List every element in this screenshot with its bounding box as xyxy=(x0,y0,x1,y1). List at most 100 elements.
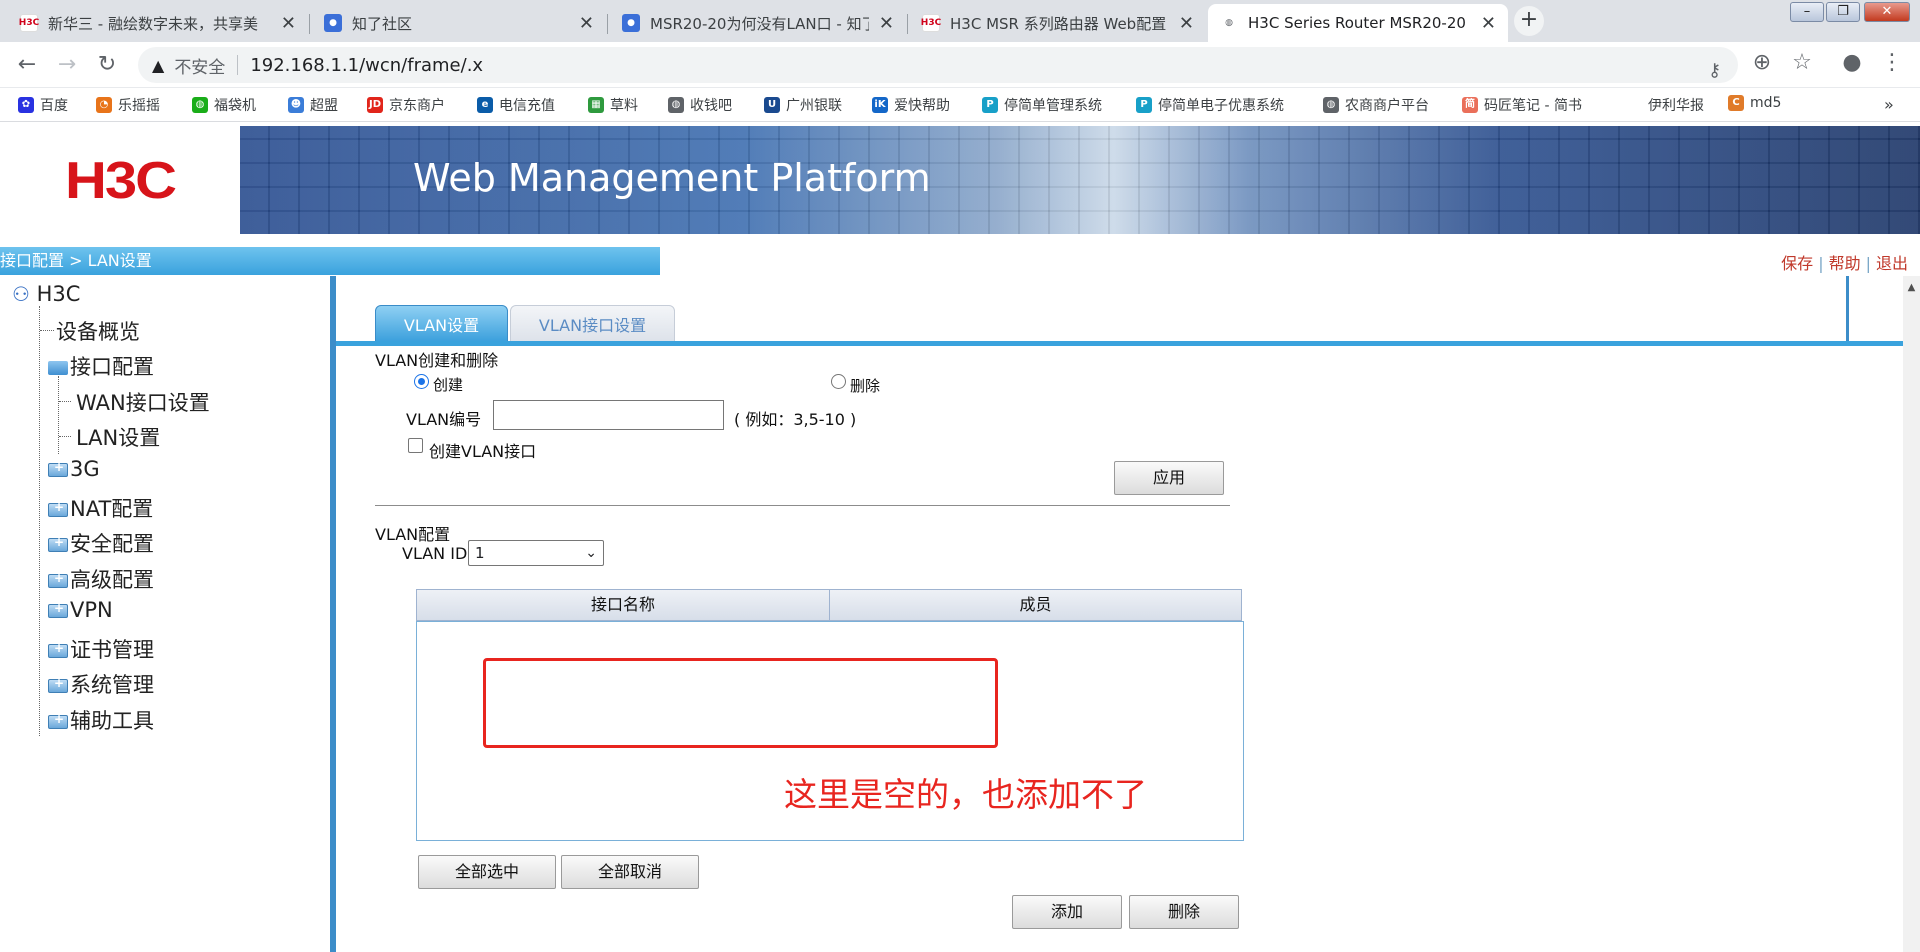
bookmark-item[interactable]: ◍ 农商商户平台 xyxy=(1323,95,1429,115)
profile-avatar-icon[interactable]: ● xyxy=(1837,50,1867,75)
delete-button[interactable]: 删除 xyxy=(1129,895,1239,929)
tab-vlan-settings[interactable]: VLAN设置 xyxy=(375,305,508,343)
close-tab-icon[interactable]: ✕ xyxy=(579,13,594,34)
new-tab-button[interactable]: + xyxy=(1514,6,1544,36)
browser-tab[interactable]: H3C 新华三 - 融绘数字未来，共享美 ✕ xyxy=(8,4,308,42)
tree-item-system-mgmt[interactable]: 系统管理 xyxy=(48,669,154,699)
close-tab-icon[interactable]: ✕ xyxy=(1179,13,1194,34)
bookmark-item[interactable]: ◍ 福袋机 xyxy=(192,95,256,115)
forward-arrow-icon[interactable]: → xyxy=(52,50,82,80)
select-all-button[interactable]: 全部选中 xyxy=(418,855,556,889)
close-tab-icon[interactable]: ✕ xyxy=(879,13,894,34)
tab-title: H3C Series Router MSR20-20 xyxy=(1248,14,1466,32)
bookmark-label: 停简单电子优惠系统 xyxy=(1158,98,1284,114)
tab-title: 知了社区 xyxy=(352,14,413,33)
help-link[interactable]: 帮助 xyxy=(1829,254,1861,273)
delete-radio[interactable] xyxy=(831,374,846,389)
security-label[interactable]: 不安全 xyxy=(174,53,225,78)
bookmark-label: 草料 xyxy=(610,98,638,114)
tree-item-lan-settings[interactable]: LAN设置 xyxy=(76,422,160,452)
vlan-id-label: VLAN编号 xyxy=(406,410,482,429)
bookmark-item[interactable]: C md5 xyxy=(1728,95,1781,111)
reload-icon[interactable]: ↻ xyxy=(92,50,122,80)
browser-tab[interactable]: ● 知了社区 ✕ xyxy=(312,4,606,42)
browser-tab-active[interactable]: ◍ H3C Series Router MSR20-20 ✕ xyxy=(1208,4,1508,42)
apply-button[interactable]: 应用 xyxy=(1114,461,1224,495)
maximize-window-button[interactable]: ❐ xyxy=(1826,2,1860,22)
tree-item-label: 高级配置 xyxy=(70,568,154,592)
tree-item-advanced-config[interactable]: 高级配置 xyxy=(48,564,154,594)
bookmark-item[interactable]: iK 爱快帮助 xyxy=(872,95,950,115)
bookmark-item[interactable]: ▦ 草料 xyxy=(588,95,638,115)
add-button[interactable]: 添加 xyxy=(1012,895,1122,929)
h3c-logo: H3C xyxy=(64,150,177,210)
logo-container: H3C xyxy=(0,126,240,234)
tree-item-3g[interactable]: 3G xyxy=(48,457,100,481)
zoom-icon[interactable]: ⊕ xyxy=(1747,50,1777,75)
parking-icon: P xyxy=(1136,97,1152,113)
close-window-button[interactable]: ✕ xyxy=(1864,2,1910,22)
bookmark-item[interactable]: ◔ 乐摇摇 xyxy=(96,95,160,115)
browser-tab[interactable]: ● MSR20-20为何没有LAN口 - 知了 ✕ xyxy=(610,4,906,42)
create-vlan-interface-label[interactable]: 创建VLAN接口 xyxy=(429,438,536,462)
minimize-window-button[interactable]: – xyxy=(1790,2,1824,22)
tree-item-interface-config[interactable]: 接口配置 xyxy=(48,351,154,381)
close-tab-icon[interactable]: ✕ xyxy=(1481,13,1496,34)
bookmark-item[interactable]: P 停简单管理系统 xyxy=(982,95,1102,115)
bookmark-item[interactable]: 简 码匠笔记 - 简书 xyxy=(1462,95,1582,115)
tab-title: MSR20-20为何没有LAN口 - 知了 xyxy=(650,14,869,33)
vertical-scrollbar[interactable] xyxy=(1903,276,1920,952)
bookmark-label: 乐摇摇 xyxy=(118,98,160,114)
closed-folder-icon xyxy=(48,676,68,693)
closed-folder-icon xyxy=(48,571,68,588)
tree-item-security-config[interactable]: 安全配置 xyxy=(48,528,154,558)
tab-area-border xyxy=(1846,276,1849,342)
create-radio-label[interactable]: 创建 xyxy=(433,374,463,395)
tree-item-certificate-mgmt[interactable]: 证书管理 xyxy=(48,634,154,664)
url-text[interactable]: 192.168.1.1/wcn/frame/.x xyxy=(250,55,483,76)
vlan-id-select[interactable]: 1 ⌄ xyxy=(468,540,604,566)
bookmark-item[interactable]: ◍ 收钱吧 xyxy=(668,95,732,115)
bookmark-item[interactable]: P 停简单电子优惠系统 xyxy=(1136,95,1284,115)
more-menu-icon[interactable]: ⋮ xyxy=(1877,50,1907,75)
create-radio[interactable] xyxy=(414,374,429,389)
bookmark-item[interactable]: 伊利华报 xyxy=(1648,95,1704,115)
bookmark-item[interactable]: JD 京东商户 xyxy=(367,95,445,115)
vlan-id-hint: ( 例如：3,5-10 ) xyxy=(734,410,857,429)
tab-vlan-interface-settings[interactable]: VLAN接口设置 xyxy=(510,305,675,343)
bookmark-label: 超盟 xyxy=(310,98,338,114)
tree-item-wan-settings[interactable]: WAN接口设置 xyxy=(76,387,210,417)
key-icon[interactable]: ⚷ xyxy=(1708,60,1721,81)
globe-icon: ◍ xyxy=(668,97,684,113)
tree-item-vpn[interactable]: VPN xyxy=(48,598,113,622)
top-links: 保存 | 帮助 | 退出 xyxy=(1781,250,1908,274)
browser-tab[interactable]: H3C H3C MSR 系列路由器 Web配置 ✕ xyxy=(910,4,1206,42)
bookmark-item[interactable]: e 电信充值 xyxy=(477,95,555,115)
bookmark-label: 福袋机 xyxy=(214,98,256,114)
bookmark-label: md5 xyxy=(1750,95,1782,111)
deselect-all-button[interactable]: 全部取消 xyxy=(561,855,699,889)
vlan-id-input[interactable] xyxy=(493,400,724,430)
tab-title: 新华三 - 融绘数字未来，共享美 xyxy=(48,14,258,33)
tree-item-nat-config[interactable]: NAT配置 xyxy=(48,493,153,523)
tree-item-tools[interactable]: 辅助工具 xyxy=(48,705,154,735)
bookmarks-overflow-button[interactable]: » xyxy=(1884,95,1894,114)
tree-root[interactable]: ⚇ H3C xyxy=(12,282,80,306)
tree-connector xyxy=(58,376,59,454)
create-vlan-interface-checkbox[interactable] xyxy=(408,438,423,453)
swirl-icon: ◔ xyxy=(96,97,112,113)
star-bookmark-icon[interactable]: ☆ xyxy=(1787,50,1817,75)
address-bar[interactable]: ▲ 不安全 192.168.1.1/wcn/frame/.x ⚷ xyxy=(138,47,1738,83)
logout-link[interactable]: 退出 xyxy=(1876,254,1908,273)
back-arrow-icon[interactable]: ← xyxy=(12,50,42,80)
bookmark-item[interactable]: ✿ 百度 xyxy=(18,95,68,115)
bookmark-item[interactable]: U 广州银联 xyxy=(764,95,842,115)
ik-icon: iK xyxy=(872,97,888,113)
tree-item-device-overview[interactable]: 设备概览 xyxy=(56,316,140,346)
scroll-up-arrow-icon[interactable]: ▲ xyxy=(1903,280,1920,296)
zhiliao-favicon-icon: ● xyxy=(324,14,342,32)
close-tab-icon[interactable]: ✕ xyxy=(281,13,296,34)
delete-radio-label[interactable]: 删除 xyxy=(850,375,880,396)
bookmark-item[interactable]: ☻ 超盟 xyxy=(288,95,338,115)
save-link[interactable]: 保存 xyxy=(1781,254,1813,273)
